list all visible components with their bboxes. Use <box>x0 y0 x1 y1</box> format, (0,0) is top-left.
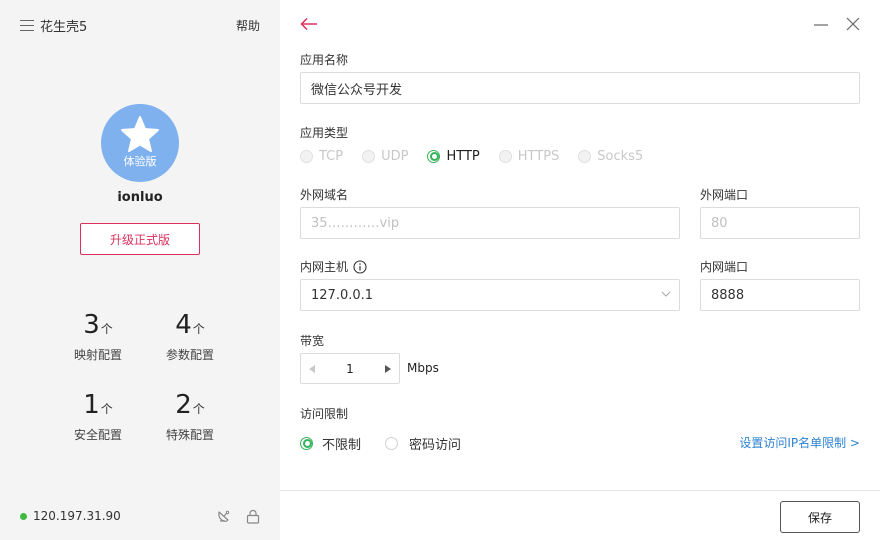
external-port-label: 外网端口 <box>700 188 749 202</box>
radio-socks5[interactable]: Socks5 <box>578 149 643 164</box>
external-port-input[interactable] <box>700 207 860 239</box>
internal-host-input[interactable] <box>300 279 680 311</box>
internal-port-input[interactable] <box>700 279 860 311</box>
stat-value: 4 <box>175 310 192 340</box>
app-name-label: 应用名称 <box>300 53 349 67</box>
edition-badge: 体验版 <box>123 155 157 168</box>
bandwidth-label: 带宽 <box>300 334 325 348</box>
lock-icon[interactable] <box>246 509 260 524</box>
stat-label: 映射配置 <box>73 348 122 362</box>
app-name-input[interactable] <box>300 72 860 104</box>
radio-https[interactable]: HTTPS <box>498 148 560 164</box>
username: ionluo <box>117 190 163 205</box>
close-icon[interactable] <box>846 17 860 31</box>
stat-value: 2 <box>175 390 192 420</box>
radio-label: HTTP <box>446 148 480 164</box>
radio-label: 密码访问 <box>409 437 462 453</box>
app-title: 花生壳5 <box>40 19 88 35</box>
radio-password-access[interactable]: 密码访问 <box>385 434 461 453</box>
internal-host-label-row: 内网主机 <box>300 258 367 275</box>
radio-no-limit[interactable]: 不限制 <box>300 434 361 453</box>
back-arrow-icon[interactable] <box>300 17 318 31</box>
radio-circle-selected <box>427 149 441 163</box>
bandwidth-stepper: 1 <box>300 353 400 384</box>
decrement-button[interactable] <box>301 354 323 383</box>
access-limit-label: 访问限制 <box>300 407 349 421</box>
stat-params[interactable]: 4个 参数配置 <box>145 310 235 363</box>
app-type-label: 应用类型 <box>300 126 349 140</box>
footer-divider <box>280 490 880 491</box>
stat-label: 特殊配置 <box>165 428 214 442</box>
stat-unit: 个 <box>100 402 113 416</box>
stat-security[interactable]: 1个 安全配置 <box>53 390 143 443</box>
radio-circle <box>362 149 376 163</box>
internal-port-label: 内网端口 <box>700 260 749 274</box>
bandwidth-unit: Mbps <box>407 361 439 375</box>
upgrade-button[interactable]: 升级正式版 <box>80 223 200 255</box>
radio-circle <box>300 149 313 163</box>
bandwidth-value[interactable]: 1 <box>323 362 377 376</box>
help-link[interactable]: 帮助 <box>236 17 260 34</box>
star-icon <box>121 116 159 152</box>
increment-button[interactable] <box>377 354 399 383</box>
sidebar-header: 花生壳5 帮助 <box>20 15 260 35</box>
ip-whitelist-link[interactable]: 设置访问IP名单限制 > <box>739 434 860 451</box>
stat-special[interactable]: 2个 特殊配置 <box>145 390 235 443</box>
radio-label: HTTPS <box>517 148 560 164</box>
internal-host-label: 内网主机 <box>300 260 349 274</box>
config-panel: 应用名称 应用类型 TCP UDP HTTP HTTPS Socks5 外网域名… <box>280 0 880 540</box>
radio-label: Socks5 <box>597 148 644 164</box>
radio-circle <box>578 149 592 163</box>
stat-mapping[interactable]: 3个 映射配置 <box>53 310 143 363</box>
access-radio-group: 不限制 密码访问 <box>300 434 480 453</box>
minimize-icon[interactable] <box>814 17 828 31</box>
stat-unit: 个 <box>100 322 113 336</box>
hamburger-menu-icon[interactable] <box>20 19 34 31</box>
radio-circle <box>498 149 512 163</box>
stat-label: 参数配置 <box>165 348 214 362</box>
radio-http[interactable]: HTTP <box>427 148 480 164</box>
satellite-dish-icon[interactable] <box>216 508 232 524</box>
info-icon[interactable] <box>353 259 367 274</box>
public-ip: 120.197.31.90 <box>33 509 121 523</box>
avatar[interactable]: 体验版 <box>101 104 179 182</box>
app-type-radio-group: TCP UDP HTTP HTTPS Socks5 <box>300 148 662 164</box>
external-domain-label: 外网域名 <box>300 188 349 202</box>
radio-udp[interactable]: UDP <box>362 149 408 164</box>
radio-label: 不限制 <box>322 437 362 453</box>
stat-unit: 个 <box>192 322 205 336</box>
internal-host-select[interactable] <box>300 279 680 311</box>
sidebar: 花生壳5 帮助 体验版 ionluo 升级正式版 3个 映射配置 4个 参数配置… <box>0 0 280 540</box>
online-status-dot <box>20 512 27 520</box>
caret-right-icon <box>385 364 391 373</box>
stat-value: 1 <box>83 390 100 420</box>
save-button[interactable]: 保存 <box>780 501 860 533</box>
stat-unit: 个 <box>192 402 205 416</box>
sidebar-footer: 120.197.31.90 <box>20 507 260 525</box>
external-domain-input[interactable] <box>300 207 680 239</box>
radio-label: UDP <box>381 148 409 164</box>
radio-label: TCP <box>319 148 344 164</box>
radio-circle-selected <box>300 436 313 450</box>
radio-tcp[interactable]: TCP <box>300 149 343 164</box>
stat-value: 3 <box>83 310 100 340</box>
radio-circle <box>385 436 399 450</box>
caret-left-icon <box>309 364 315 373</box>
stat-label: 安全配置 <box>73 428 122 442</box>
